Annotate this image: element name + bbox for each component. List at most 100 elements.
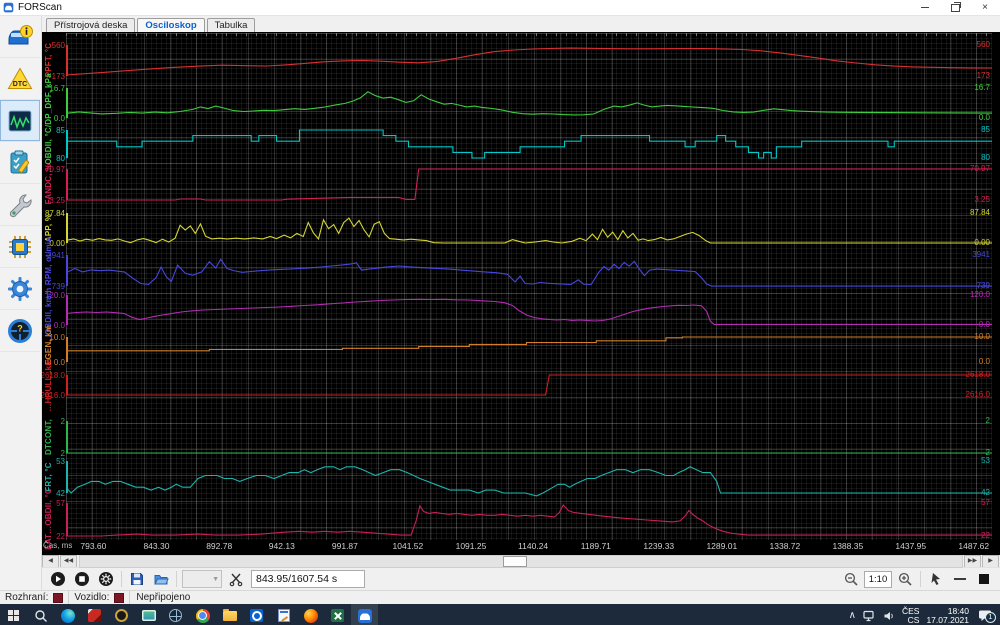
taskbar-viewer-app[interactable]: [81, 604, 108, 625]
journal-icon: [278, 609, 290, 622]
open-button[interactable]: [149, 568, 173, 590]
y-tick-VSS: 0.0: [54, 322, 65, 330]
x-tick: 1388.35: [832, 541, 863, 551]
connection-status: Nepřipojeno: [130, 592, 196, 603]
close-button[interactable]: ×: [970, 0, 1000, 15]
x-tick: 1437.95: [895, 541, 926, 551]
sidebar-item-tests[interactable]: [0, 142, 40, 184]
svg-text:DTC: DTC: [13, 81, 27, 88]
zoom-out-icon: [843, 571, 859, 587]
save-button[interactable]: [125, 568, 149, 590]
y-tick-FRT: 53: [56, 458, 65, 466]
volume-icon[interactable]: [883, 610, 895, 622]
tab-bar: Přístrojová deska Osciloskop Tabulka: [42, 16, 1000, 32]
time-position-display[interactable]: 843.95/1607.54 s: [251, 570, 365, 588]
taskbar-outlook[interactable]: [243, 604, 270, 625]
car-info-icon: [6, 23, 34, 51]
scroll-left-fast-button[interactable]: ◀◀: [60, 555, 77, 568]
sidebar-item-help[interactable]: ?: [0, 310, 40, 352]
taskbar-globe-app[interactable]: [162, 604, 189, 625]
sidebar-item-vehicle-info[interactable]: [0, 16, 40, 58]
zoom-ratio-display[interactable]: 1:10: [864, 571, 892, 588]
zoom-in-button[interactable]: [893, 568, 917, 590]
y-axis-label-DTCONT: DTCONT,: [44, 419, 53, 455]
line-style-button[interactable]: [948, 568, 972, 590]
cut-button[interactable]: [224, 568, 248, 590]
scrollbar-thumb[interactable]: [503, 556, 527, 567]
gold-ring-app-icon: [115, 609, 128, 622]
windows-taskbar: ∧ ČES CS 18:40 17.07.2021 1: [0, 604, 1000, 625]
search-icon: [34, 609, 48, 623]
y-axis-label-FANDC: FANDC, %: [44, 164, 53, 205]
sidebar-item-dtc[interactable]: DTC: [0, 58, 40, 100]
firefox-icon: [304, 609, 318, 623]
zoom-out-button[interactable]: [839, 568, 863, 590]
tray-chevron-icon[interactable]: ∧: [849, 610, 856, 621]
taskbar-journal-app[interactable]: [270, 604, 297, 625]
action-center[interactable]: 1: [976, 609, 994, 622]
scroll-left-button[interactable]: ◀: [42, 555, 59, 568]
x-tick: 1487.62: [958, 541, 989, 551]
x-tick: 1289.01: [706, 541, 737, 551]
taskbar-forscan[interactable]: [351, 604, 378, 625]
stop-icon: [74, 571, 90, 587]
y-tick-DP_DPF: 0.0: [54, 115, 65, 123]
taskbar-chrome[interactable]: [189, 604, 216, 625]
marker-button[interactable]: [924, 568, 948, 590]
tab-dashboard[interactable]: Přístrojová deska: [46, 18, 135, 32]
sidebar-item-programming[interactable]: [0, 226, 40, 268]
background-color-button[interactable]: [972, 568, 996, 590]
network-icon[interactable]: [863, 610, 876, 622]
x-tick: 1091.25: [456, 541, 487, 551]
sidebar-item-service[interactable]: [0, 184, 40, 226]
interface-label: Rozhraní:: [5, 592, 48, 603]
start-button[interactable]: [0, 604, 27, 625]
scrollbar-track[interactable]: [79, 555, 963, 568]
dtc-warning-icon: DTC: [6, 65, 34, 93]
taskbar-edge[interactable]: [54, 604, 81, 625]
y-tick-PPFT: 173: [52, 73, 65, 81]
y-tick-signal-85-80: 85: [56, 127, 65, 135]
stop-button[interactable]: [70, 568, 94, 590]
x-tick: 1041.52: [393, 541, 424, 551]
notification-badge: 1: [985, 612, 996, 623]
signal-select-dropdown[interactable]: ▼: [182, 570, 222, 588]
window-title: FORScan: [18, 2, 910, 13]
taskbar-gold-app[interactable]: [108, 604, 135, 625]
tab-oscilloscope[interactable]: Osciloskop: [137, 18, 204, 32]
excel-icon: [331, 609, 344, 622]
scroll-right-button[interactable]: ▶: [982, 555, 999, 568]
steering-wheel-help-icon: ?: [6, 317, 34, 345]
left-axis: 560173PPFT, °C16.70.0…OBDII, °C/DP_DPF, …: [42, 33, 66, 540]
monitor-app-icon: [142, 610, 156, 621]
tab-table[interactable]: Tabulka: [207, 18, 256, 32]
x-tick: 892.78: [206, 541, 232, 551]
file-explorer-icon: [223, 611, 237, 621]
play-button[interactable]: [46, 568, 70, 590]
taskbar-monitor-app[interactable]: [135, 604, 162, 625]
x-tick: 1239.33: [643, 541, 674, 551]
sidebar-item-oscilloscope[interactable]: [0, 100, 40, 142]
chrome-icon: [196, 609, 210, 623]
plot-area[interactable]: 56017316.70.0858070.973.2587.840.0039417…: [66, 33, 992, 540]
minimize-button[interactable]: [910, 0, 940, 15]
taskbar-search[interactable]: [27, 604, 54, 625]
y-tick-VSS: 120.0: [45, 292, 65, 300]
globe-icon: [169, 609, 182, 622]
oscilloscope-toolbar: ▼ 843.95/1607.54 s 1:10: [42, 567, 1000, 590]
black-square-icon: [979, 574, 989, 584]
gear-circle-icon: [98, 571, 114, 587]
line-icon: [954, 578, 966, 580]
x-tick: 991.87: [332, 541, 358, 551]
taskbar-excel[interactable]: [324, 604, 351, 625]
sidebar-item-settings[interactable]: [0, 268, 40, 310]
scroll-right-fast-button[interactable]: ▶▶: [964, 555, 981, 568]
taskbar-firefox[interactable]: [297, 604, 324, 625]
record-settings-button[interactable]: [94, 568, 118, 590]
system-tray: ∧ ČES CS 18:40 17.07.2021 1: [849, 604, 1000, 625]
clock[interactable]: 18:40 17.07.2021: [926, 607, 969, 625]
oscilloscope-icon: [6, 107, 34, 135]
taskbar-file-explorer[interactable]: [216, 604, 243, 625]
language-indicator[interactable]: ČES CS: [902, 607, 919, 625]
restore-button[interactable]: [940, 0, 970, 15]
